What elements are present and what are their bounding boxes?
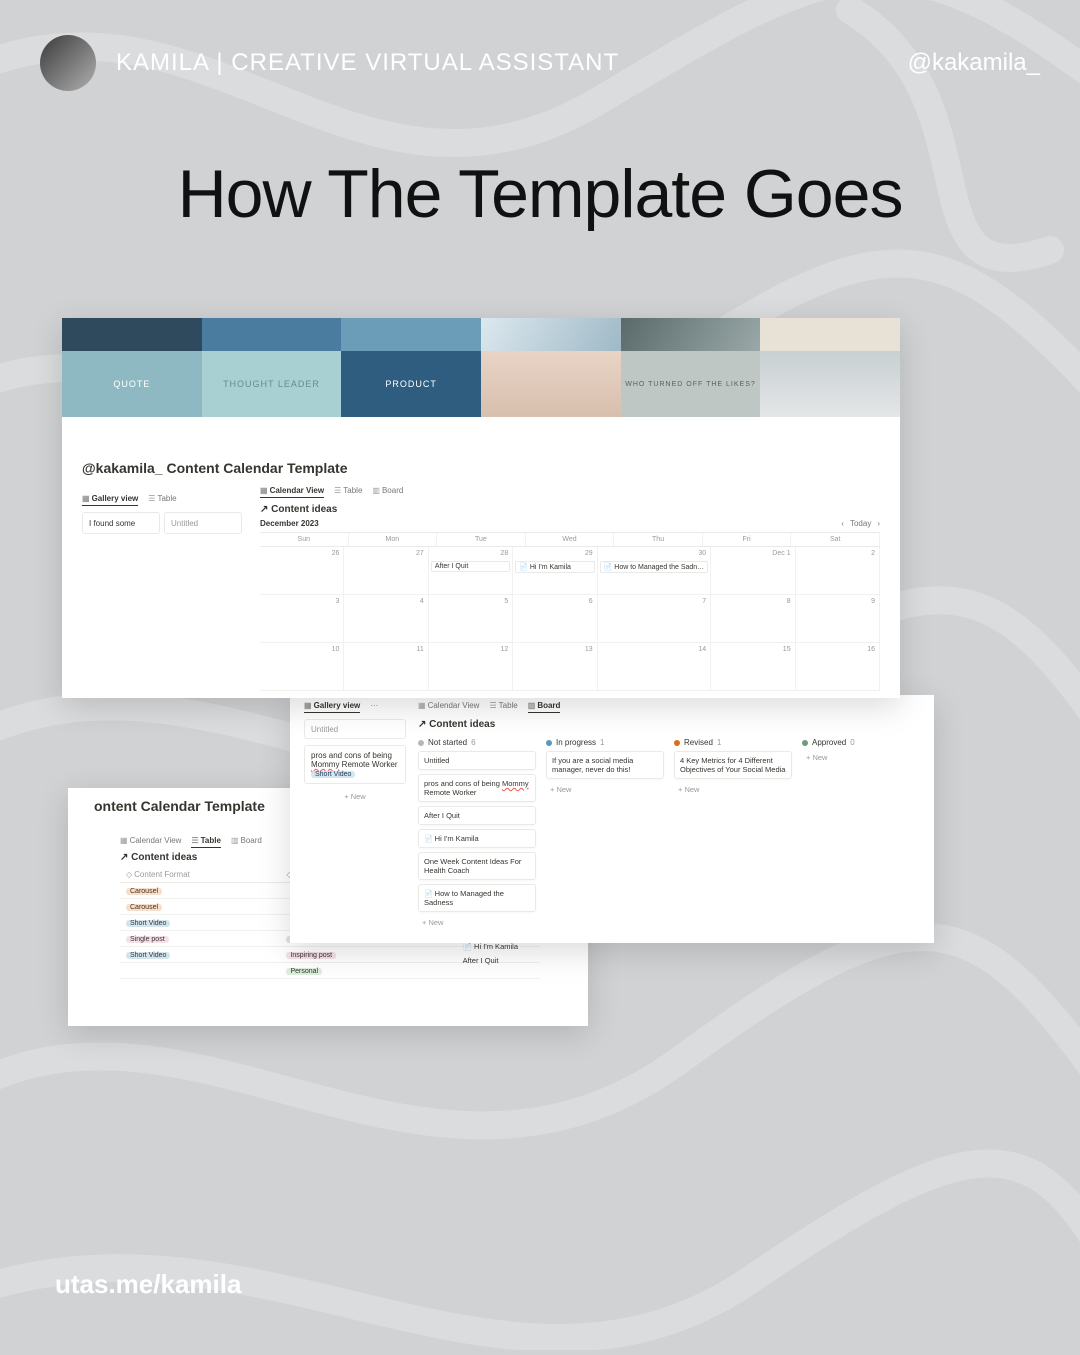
calendar-cell[interactable]: 12	[429, 643, 513, 691]
screenshot-board-view: ▦Gallery view ⋯ Untitled pros and cons of…	[290, 695, 934, 943]
calendar-cell[interactable]: 4	[344, 595, 428, 643]
gallery-card[interactable]: Untitled	[164, 512, 242, 534]
tab-calendar-view[interactable]: ▦Calendar View	[418, 701, 479, 713]
author-handle: @kakamila_	[908, 49, 1040, 77]
notion-cover: QUOTE THOUGHT LEADER PRODUCT WHO TURNED …	[62, 318, 900, 450]
tab-board[interactable]: ▥Board	[231, 836, 262, 848]
table-column-header[interactable]: ◇Content Format	[120, 867, 280, 883]
today-button[interactable]: Today	[850, 519, 871, 528]
board-column: Approved 0 New	[802, 738, 920, 929]
board-column-count: 1	[717, 738, 721, 747]
page-header: KAMILA | CREATIVE VIRTUAL ASSISTANT @kak…	[40, 35, 1040, 91]
table-row[interactable]: After I Quit	[463, 954, 518, 968]
board-column-name: In progress	[556, 738, 596, 747]
calendar-cell[interactable]: 5	[429, 595, 513, 643]
board-card[interactable]: One Week Content Ideas For Health Coach	[418, 852, 536, 880]
calendar-cell[interactable]: 3	[260, 595, 344, 643]
calendar-dow: Sat	[791, 533, 880, 546]
gallery-sidebar: ▦Gallery view ☰Table I found some Untitl…	[82, 494, 242, 538]
calendar-prev-icon[interactable]: ‹	[841, 519, 844, 528]
tab-board[interactable]: ▥Board	[372, 486, 403, 498]
gallery-card[interactable]: pros and cons of being Mommy Remote Work…	[304, 745, 406, 784]
tab-table[interactable]: ☰Table	[148, 494, 176, 506]
calendar-cell[interactable]: 7	[598, 595, 712, 643]
calendar-cell[interactable]: 8	[711, 595, 795, 643]
calendar-dow: Tue	[437, 533, 526, 546]
gallery-card[interactable]: Untitled	[304, 719, 406, 739]
board-column-count: 0	[850, 738, 854, 747]
avatar	[40, 35, 96, 91]
calendar-dow: Sun	[260, 533, 349, 546]
tab-table[interactable]: ☰Table	[334, 486, 362, 498]
calendar-cell[interactable]: 27	[344, 547, 428, 595]
screenshot-calendar-view: QUOTE THOUGHT LEADER PRODUCT WHO TURNED …	[62, 318, 900, 698]
calendar-cell[interactable]: 26	[260, 547, 344, 595]
tab-table[interactable]: ☰Table	[489, 701, 517, 713]
board-column: In progress 1 If you are a social media m…	[546, 738, 664, 929]
calendar-cell[interactable]: 30📄 How to Managed the Sadn…	[598, 547, 712, 595]
board-column: Revised 1 4 Key Metrics for 4 Different O…	[674, 738, 792, 929]
notion-page-title: @kakamila_ Content Calendar Template	[82, 460, 880, 476]
calendar-event[interactable]: 📄 How to Managed the Sadn…	[600, 561, 709, 573]
gallery-card[interactable]: I found some	[82, 512, 160, 534]
calendar-cell[interactable]: 9	[796, 595, 880, 643]
tab-calendar-view[interactable]: ▦Calendar View	[120, 836, 181, 848]
footer-link[interactable]: utas.me/kamila	[55, 1269, 241, 1300]
calendar-cell[interactable]: 13	[513, 643, 597, 691]
content-ideas-heading[interactable]: ↗ Content ideas	[418, 719, 920, 730]
page-title: How The Template Goes	[0, 155, 1080, 233]
board-card[interactable]: If you are a social media manager, never…	[546, 751, 664, 779]
content-ideas-heading[interactable]: ↗ Content ideas	[260, 504, 880, 515]
calendar-dow: Fri	[703, 533, 792, 546]
calendar-cell[interactable]: Dec 1	[711, 547, 795, 595]
calendar-cell[interactable]: 29📄 Hi I'm Kamila	[513, 547, 597, 595]
calendar-cell[interactable]: 28After I Quit	[429, 547, 513, 595]
calendar-cell[interactable]: 10	[260, 643, 344, 691]
board-column-name: Approved	[812, 738, 846, 747]
calendar-cell[interactable]: 16	[796, 643, 880, 691]
board-card[interactable]: pros and cons of being Mommy Remote Work…	[418, 774, 536, 802]
tab-calendar-view[interactable]: ▦Calendar View	[260, 486, 324, 498]
calendar-dow: Mon	[349, 533, 438, 546]
calendar-cell[interactable]: 15	[711, 643, 795, 691]
author-name: KAMILA | CREATIVE VIRTUAL ASSISTANT	[116, 49, 619, 77]
calendar-event[interactable]: 📄 Hi I'm Kamila	[515, 561, 594, 573]
new-button[interactable]: New	[802, 751, 920, 764]
new-button[interactable]: New	[418, 916, 536, 929]
board-card[interactable]: 4 Key Metrics for 4 Different Objectives…	[674, 751, 792, 779]
tag-short-video: Short Video	[311, 771, 355, 778]
calendar-cell[interactable]: 11	[344, 643, 428, 691]
calendar-dow: Wed	[526, 533, 615, 546]
board-column-name: Revised	[684, 738, 713, 747]
calendar-event[interactable]: After I Quit	[431, 561, 510, 572]
board-column-name: Not started	[428, 738, 467, 747]
board-card[interactable]: After I Quit	[418, 806, 536, 825]
calendar-cell[interactable]: 6	[513, 595, 597, 643]
board-card[interactable]: Hi I'm Kamila	[418, 829, 536, 848]
calendar-month-label: December 2023	[260, 519, 880, 528]
calendar-dow: Thu	[614, 533, 703, 546]
calendar-next-icon[interactable]: ›	[877, 519, 880, 528]
board-column-count: 1	[600, 738, 604, 747]
board-column-count: 6	[471, 738, 475, 747]
tab-board[interactable]: ▥Board	[528, 701, 561, 713]
new-button[interactable]: New	[546, 783, 664, 796]
board-card[interactable]: How to Managed the Sadness	[418, 884, 536, 912]
tab-gallery[interactable]: ▦Gallery view	[304, 701, 360, 713]
new-button[interactable]: New	[674, 783, 792, 796]
tab-gallery[interactable]: ▦Gallery view	[82, 494, 138, 506]
new-button[interactable]: New	[304, 790, 406, 803]
calendar-cell[interactable]: 14	[598, 643, 712, 691]
calendar-cell[interactable]: 2	[796, 547, 880, 595]
board-column: Not started 6 Untitled pros and cons of be…	[418, 738, 536, 929]
board-card[interactable]: Untitled	[418, 751, 536, 770]
tab-table[interactable]: ☰Table	[191, 836, 220, 848]
tab-more-icon[interactable]: ⋯	[370, 701, 378, 713]
